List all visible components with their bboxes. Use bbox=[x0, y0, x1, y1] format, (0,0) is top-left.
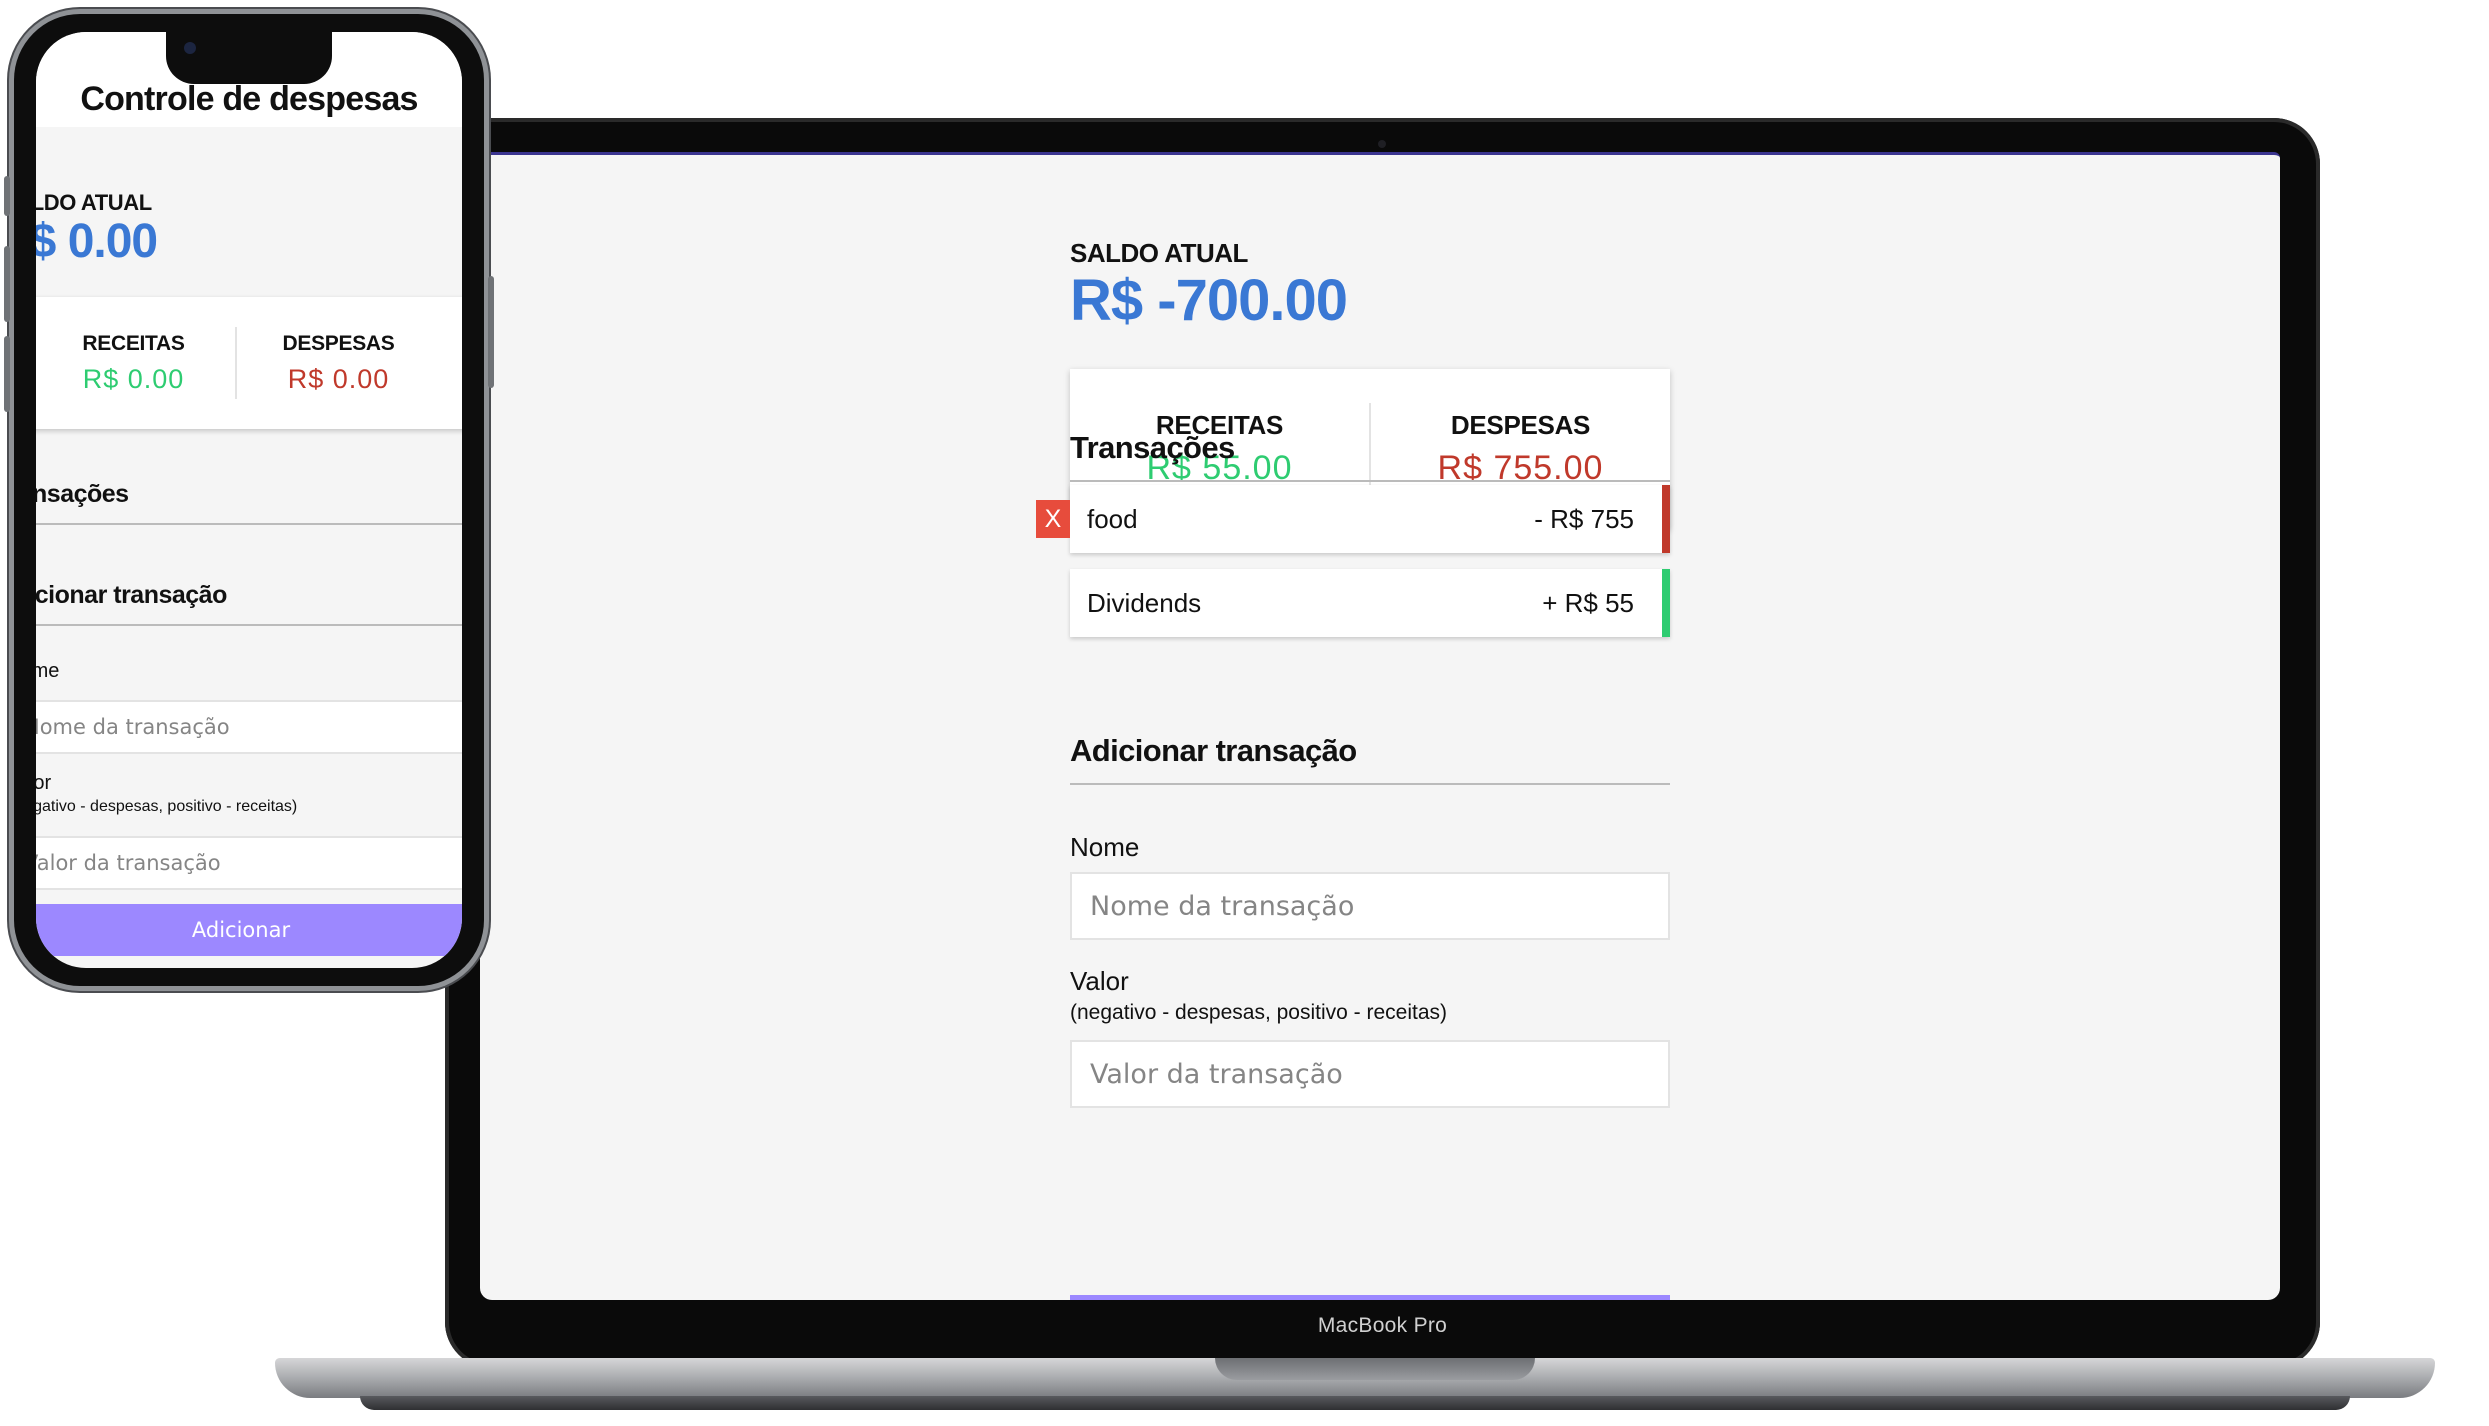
laptop-hinge-notch bbox=[1215, 1358, 1535, 1380]
phone-mute-switch bbox=[4, 176, 10, 216]
add-transaction-button[interactable]: Adicionar bbox=[36, 904, 462, 956]
laptop-screen: SALDO ATUAL R$ -700.00 RECEITAS R$ 55.00… bbox=[480, 152, 2280, 1300]
phone-frame: Controle de despesas SALDO ATUAL R$ 0.00… bbox=[4, 14, 494, 986]
phone-notch bbox=[166, 32, 332, 84]
transaction-name-input[interactable] bbox=[36, 700, 462, 754]
phone-camera bbox=[184, 42, 196, 54]
expense-label: DESPESAS bbox=[282, 331, 395, 355]
amount-label: Valor bbox=[1070, 966, 1129, 996]
transaction-item: X food - R$ 755 bbox=[1036, 485, 1670, 553]
laptop-camera bbox=[1378, 140, 1386, 148]
expense-value: R$ 0.00 bbox=[287, 363, 390, 394]
balance-label: SALDO ATUAL bbox=[36, 190, 152, 215]
name-label: Nome bbox=[1070, 832, 1140, 862]
add-transaction-button[interactable] bbox=[1070, 1295, 1670, 1300]
transaction-name: food bbox=[1087, 503, 1138, 534]
laptop-feet bbox=[360, 1396, 2350, 1410]
amount-hint: (negativo - despesas, positivo - receita… bbox=[1070, 1001, 1448, 1024]
income-expense-summary: RECEITAS R$ 0.00 DESPESAS R$ 0.00 bbox=[36, 297, 462, 429]
expense-tracker-app-mobile: Controle de despesas SALDO ATUAL R$ 0.00… bbox=[36, 32, 462, 968]
laptop-brand-label: MacBook Pro bbox=[1317, 1314, 1448, 1337]
phone-screen: Controle de despesas SALDO ATUAL R$ 0.00… bbox=[36, 32, 462, 968]
transactions-heading: Transações bbox=[36, 480, 462, 525]
phone-volume-up-button bbox=[4, 246, 10, 322]
transaction-amount-input[interactable] bbox=[36, 836, 462, 890]
name-label: Nome bbox=[36, 660, 60, 682]
transaction-amount-input[interactable] bbox=[1070, 1040, 1670, 1108]
amount-hint: (negativo - despesas, positivo - receita… bbox=[36, 798, 298, 815]
page-title: Controle de despesas bbox=[80, 80, 418, 118]
income-summary: RECEITAS R$ 0.00 bbox=[36, 332, 235, 395]
phone-power-button bbox=[488, 276, 494, 388]
add-transaction-heading: Adicionar transação bbox=[1070, 733, 1670, 785]
income-value: R$ 0.00 bbox=[82, 363, 185, 394]
transaction-name: Dividends bbox=[1087, 587, 1202, 618]
transaction-name-input[interactable] bbox=[1070, 872, 1670, 940]
transaction-amount: + R$ 55 bbox=[1542, 587, 1634, 618]
expense-summary: DESPESAS R$ 0.00 bbox=[237, 332, 462, 395]
amount-label: Valor bbox=[36, 772, 52, 794]
phone-volume-down-button bbox=[4, 336, 10, 412]
transactions-heading: Transações bbox=[1070, 430, 1670, 482]
balance-value: R$ -700.00 bbox=[1070, 268, 1348, 333]
add-transaction-heading: Adicionar transação bbox=[36, 581, 462, 626]
transaction-amount: - R$ 755 bbox=[1534, 503, 1634, 534]
transaction-item: Dividends + R$ 55 bbox=[1070, 569, 1670, 637]
balance-value: R$ 0.00 bbox=[36, 215, 158, 268]
delete-transaction-button[interactable]: X bbox=[1036, 500, 1070, 538]
income-label: RECEITAS bbox=[82, 331, 185, 355]
balance-label: SALDO ATUAL bbox=[1070, 238, 1248, 268]
laptop-frame: SALDO ATUAL R$ -700.00 RECEITAS R$ 55.00… bbox=[445, 118, 2320, 1368]
